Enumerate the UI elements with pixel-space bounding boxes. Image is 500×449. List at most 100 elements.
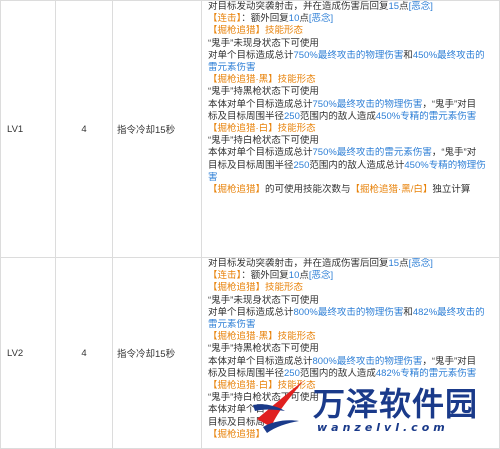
level-text: LV2 <box>7 348 23 359</box>
description-line: 对目标发动突袭射击，并在造成伤害后回复15点[恶念] <box>208 258 495 270</box>
description-line: 【掘枪追猎】 <box>208 429 495 441</box>
text-segment: 800%最终攻击的物理伤害 <box>313 356 423 367</box>
text-segment: 标及目标周围半径 <box>208 368 284 379</box>
text-segment: “鬼手”持白枪状态下可使用 <box>208 392 319 403</box>
text-segment: 本体对单个目 <box>208 404 265 415</box>
text-segment: 750%最终攻击的物理伤害 <box>313 99 423 110</box>
description-line: 标及目标周围半径250范围内的敌人造成482%专精的雷元素伤害 <box>208 368 495 380</box>
text-segment: 对单个目标造成总计 <box>208 50 294 61</box>
description-line: 【掘枪追猎】技能形态 <box>208 282 495 294</box>
text-segment: 技能形态 <box>265 25 303 36</box>
text-segment: 【掘枪追猎·黑】 <box>208 331 278 342</box>
description-line: 对目标发动突袭射击，并在造成伤害后回复15点[恶念] <box>208 1 495 13</box>
text-segment: 对目标发动突袭射击，并在造成伤害后回复 <box>208 258 389 269</box>
text-segment: “鬼手”持黑枪状态下可使用 <box>208 86 319 97</box>
count-text: 4 <box>81 124 86 135</box>
skill-table: LV1 4 指令冷却15秒 对目标发动突袭射击，并在造成伤害后回复15点[恶念]… <box>0 0 500 449</box>
text-segment: 450%专精的物理伤 <box>404 160 485 171</box>
text-segment: 450%专精的雷元素伤害 <box>376 111 476 122</box>
text-segment: ，“鬼手”对 <box>432 147 476 158</box>
text-segment: 本体对单个目标造成总计 <box>208 99 313 110</box>
text-segment: 和 <box>403 307 413 318</box>
text-segment: 点 <box>399 1 409 12</box>
condition-text: 指令冷却15秒 <box>117 125 175 136</box>
text-segment: 【掘枪追猎】 <box>208 282 265 293</box>
description-line: 本体对单个目 <box>208 404 495 416</box>
table-row: LV2 4 指令冷却15秒 对目标发动突袭射击，并在造成伤害后回复15点[恶念]… <box>1 258 500 449</box>
text-segment: 对目标发动突袭射击，并在造成伤害后回复 <box>208 1 389 12</box>
description-line: “鬼手”持白枪状态下可使用 <box>208 135 495 147</box>
condition-cell: 指令冷却15秒 <box>113 258 202 449</box>
description-line: 本体对单个目标造成总计800%最终攻击的物理伤害，“鬼手”对目 <box>208 356 495 368</box>
description-line: 标及目标周围半径250范围内的敌人造成450%专精的雷元素伤害 <box>208 111 495 123</box>
text-segment: 目标及目标周 <box>208 417 265 428</box>
text-segment: 450%最终攻击的 <box>413 50 485 61</box>
text-segment: ：额外回复 <box>241 13 289 24</box>
text-segment: 害 <box>208 172 218 183</box>
text-segment: 15 <box>389 258 400 269</box>
description-line: “鬼手”未现身状态下可使用 <box>208 295 495 307</box>
text-segment: [恶念] <box>409 1 433 12</box>
text-segment: 【掘枪追猎】 <box>208 184 265 195</box>
text-segment: 250 <box>284 368 300 379</box>
description-line: 【掘枪追猎·黑】技能形态 <box>208 331 495 343</box>
text-segment: 范围内的敌人造成 <box>300 111 376 122</box>
text-segment: 技能形态 <box>278 74 316 85</box>
description-lines: 对目标发动突袭射击，并在造成伤害后回复15点[恶念]【连击】：额外回复10点[恶… <box>208 1 495 196</box>
description-lines: 对目标发动突袭射击，并在造成伤害后回复15点[恶念]【连击】：额外回复10点[恶… <box>208 258 495 441</box>
text-segment: 的可使用技能次数与 <box>265 184 351 195</box>
text-segment: 技能形态 <box>278 331 316 342</box>
text-segment: 【掘枪追猎】 <box>208 25 265 36</box>
text-segment: 482%最终攻击的 <box>413 307 485 318</box>
description-line: 【掘枪追猎·白】技能形态 <box>208 380 495 392</box>
description-line: 雷元素伤害 <box>208 319 495 331</box>
description-line: 【掘枪追猎·白】技能形态 <box>208 123 495 135</box>
text-segment: “鬼手”未现身状态下可使用 <box>208 295 319 306</box>
text-segment: 目标及目标周围半径 <box>208 160 294 171</box>
description-line: 【连击】：额外回复10点[恶念] <box>208 270 495 282</box>
text-segment: 【掘枪追猎·白】 <box>208 380 278 391</box>
text-segment: 10 <box>289 270 300 281</box>
text-segment: 250 <box>284 111 300 122</box>
description-line: 【连击】：额外回复10点[恶念] <box>208 13 495 25</box>
text-segment: 750%最终攻击的雷元素伤害 <box>313 147 432 158</box>
condition-cell: 指令冷却15秒 <box>113 1 202 258</box>
level-cell: LV1 <box>1 1 56 258</box>
description-line: “鬼手”持黑枪状态下可使用 <box>208 343 495 355</box>
text-segment: “鬼手”持黑枪状态下可使用 <box>208 343 319 354</box>
text-segment: [恶念] <box>409 258 433 269</box>
text-segment: 750%最终攻击的物理伤害 <box>294 50 404 61</box>
text-segment: 范围内的敌人造成总计 <box>309 160 404 171</box>
text-segment: 【掘枪追猎·黑/白】 <box>351 184 433 195</box>
description-line: 对单个目标造成总计800%最终攻击的物理伤害和482%最终攻击的 <box>208 307 495 319</box>
text-segment: 【连击】 <box>208 13 241 24</box>
text-segment: 雷元素伤害 <box>208 62 256 73</box>
description-line: 雷元素伤害 <box>208 62 495 74</box>
count-cell: 4 <box>56 258 113 449</box>
count-cell: 4 <box>56 1 113 258</box>
text-segment: 标及目标周围半径 <box>208 111 284 122</box>
description-line: 【掘枪追猎】技能形态 <box>208 25 495 37</box>
description-line: 对单个目标造成总计750%最终攻击的物理伤害和450%最终攻击的 <box>208 50 495 62</box>
description-cell: 对目标发动突袭射击，并在造成伤害后回复15点[恶念]【连击】：额外回复10点[恶… <box>202 1 500 258</box>
text-segment: 482%专精的雷元素伤害 <box>376 368 476 379</box>
text-segment: “鬼手”持白枪状态下可使用 <box>208 135 319 146</box>
description-cell: 对目标发动突袭射击，并在造成伤害后回复15点[恶念]【连击】：额外回复10点[恶… <box>202 258 500 449</box>
table-row: LV1 4 指令冷却15秒 对目标发动突袭射击，并在造成伤害后回复15点[恶念]… <box>1 1 500 258</box>
text-segment: “鬼手”未现身状态下可使用 <box>208 38 319 49</box>
description-line: “鬼手”持黑枪状态下可使用 <box>208 86 495 98</box>
description-line: 目标及目标周围半径250范围内的敌人造成总计450%专精的物理伤 <box>208 160 495 172</box>
text-segment: 【掘枪追猎·黑】 <box>208 74 278 85</box>
text-segment: 【掘枪追猎】 <box>208 429 265 440</box>
description-line: 【掘枪追猎】的可使用技能次数与【掘枪追猎·黑/白】独立计算 <box>208 184 495 196</box>
description-line: 本体对单个目标造成总计750%最终攻击的物理伤害，“鬼手”对目 <box>208 99 495 111</box>
text-segment: ，“鬼手”对目 <box>422 99 476 110</box>
text-segment: 本体对单个目标造成总计 <box>208 356 313 367</box>
text-segment: 技能形态 <box>278 123 316 134</box>
text-segment: 雷元素伤害 <box>208 319 256 330</box>
text-segment: 【连击】 <box>208 270 241 281</box>
description-line: 害 <box>208 172 495 184</box>
level-cell: LV2 <box>1 258 56 449</box>
description-line: 本体对单个目标造成总计750%最终攻击的雷元素伤害，“鬼手”对 <box>208 147 495 159</box>
text-segment: 10 <box>289 13 300 24</box>
